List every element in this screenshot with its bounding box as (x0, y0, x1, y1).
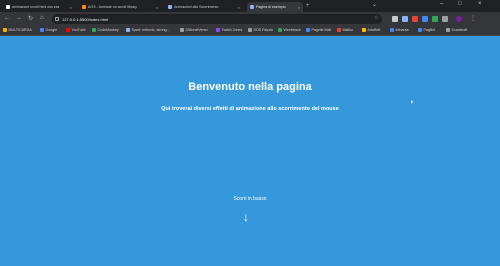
folder-icon (3, 28, 7, 32)
tab-bar: animazioni scroll html css ess × AOS - A… (0, 0, 500, 12)
maximize-icon[interactable]: □ (458, 1, 462, 7)
window-close-icon[interactable]: × (478, 1, 482, 7)
tab-favicon-icon (168, 5, 172, 9)
twitch-icon (216, 28, 220, 32)
forward-icon[interactable]: → (16, 15, 22, 21)
toolbar: ← → ↻ ⌂ 127.0.0.1:5500/index.html ☆ ⋮ (0, 12, 500, 26)
tab-pagina-esempio[interactable]: Pagina di esempio × (247, 2, 303, 12)
bookmark-item[interactable]: Mailko (337, 28, 353, 32)
bookmark-favicon-icon (306, 28, 310, 32)
tab-aos[interactable]: AOS - Animate on scroll library × (79, 2, 161, 12)
bookmark-item[interactable]: Weebtrack (278, 28, 301, 32)
bookmark-favicon-icon (362, 28, 366, 32)
tab-title: animazioni scroll html css ess (12, 5, 60, 9)
avatar[interactable] (456, 16, 462, 22)
reload-icon[interactable]: ↻ (28, 15, 33, 22)
tab-favicon-icon (6, 5, 10, 9)
bookmark-favicon-icon (92, 28, 96, 32)
bookmark-item[interactable]: Twitch Jones (216, 28, 242, 32)
close-icon[interactable]: × (156, 5, 158, 10)
tab-title: Animazioni allo Scorrimento (174, 5, 219, 9)
arrow-down-icon: ↓ (243, 210, 249, 224)
bookmark-favicon-icon (126, 28, 130, 32)
bookmark-favicon-icon (390, 28, 394, 32)
new-tab-icon[interactable]: + (306, 3, 310, 9)
tab-favicon-icon (250, 5, 254, 9)
close-icon[interactable]: × (238, 5, 240, 10)
home-icon[interactable]: ⌂ (40, 15, 44, 21)
browser-chrome: animazioni scroll html css ess × AOS - A… (0, 0, 500, 36)
bookmark-item[interactable]: YouTube (66, 28, 86, 32)
bookmark-favicon-icon (446, 28, 450, 32)
tab-animazioni-scroll[interactable]: animazioni scroll html css ess × (3, 2, 75, 12)
bookmark-item[interactable]: PagBrit (418, 28, 435, 32)
tab-animazioni-scorrimento[interactable]: Animazioni allo Scorrimento × (165, 2, 243, 12)
extension-icon[interactable] (422, 16, 428, 22)
extension-icon[interactable] (412, 16, 418, 22)
bookmark-favicon-icon (418, 28, 422, 32)
close-icon[interactable]: × (298, 5, 300, 10)
back-icon[interactable]: ← (4, 15, 10, 21)
bookmark-favicon-icon (248, 28, 252, 32)
site-info-icon[interactable] (55, 17, 59, 21)
page-content (0, 36, 500, 266)
url-text: 127.0.0.1:5500/index.html (62, 16, 109, 22)
address-bar[interactable]: 127.0.0.1:5500/index.html (52, 14, 382, 24)
bookmark-item[interactable]: CodeMonkey (92, 28, 119, 32)
tab-search-icon[interactable]: ⌄ (372, 1, 377, 8)
bookmark-item[interactable]: 2/MonetVerso (180, 28, 208, 32)
bookmark-item[interactable]: Google (40, 28, 57, 32)
extension-icon[interactable] (432, 16, 438, 22)
bookmark-favicon-icon (180, 28, 184, 32)
bookmark-item[interactable]: Sport: mitrovic, strong... (126, 28, 169, 32)
close-icon[interactable]: × (70, 5, 72, 10)
scroll-hint: Scorri in basso (233, 196, 267, 202)
extensions-puzzle-icon[interactable] (442, 16, 448, 22)
tab-title: AOS - Animate on scroll library (88, 5, 137, 9)
youtube-icon (66, 28, 70, 32)
bookmark-item[interactable]: SOS Fasola (248, 28, 273, 32)
bookmarks-bar: MULTICARGA Google YouTube CodeMonkey Spo… (0, 26, 500, 36)
google-icon (40, 28, 44, 32)
page-title: Benvenuto nella pagina (188, 81, 312, 93)
tab-title: Pagina di esempio (256, 5, 286, 9)
tab-favicon-icon (82, 5, 86, 9)
extension-icon[interactable] (402, 16, 408, 22)
menu-icon[interactable]: ⋮ (470, 16, 476, 22)
bookmark-item[interactable]: ArtuBelt (362, 28, 380, 32)
extension-icon[interactable] (392, 16, 398, 22)
page-subtitle: Qui troverai diversi effetti di animazio… (161, 106, 339, 112)
minimize-icon[interactable]: – (440, 1, 443, 7)
bookmark-item[interactable]: Pagelle Mail (306, 28, 331, 32)
bookmark-star-icon[interactable]: ☆ (374, 15, 378, 21)
bookmark-item[interactable]: MULTICARGA (3, 28, 32, 32)
bookmark-favicon-icon (278, 28, 282, 32)
bookmark-item[interactable]: Infoarsa (390, 28, 409, 32)
bookmark-favicon-icon (337, 28, 341, 32)
bookmark-item[interactable]: Scambuilt (446, 28, 467, 32)
